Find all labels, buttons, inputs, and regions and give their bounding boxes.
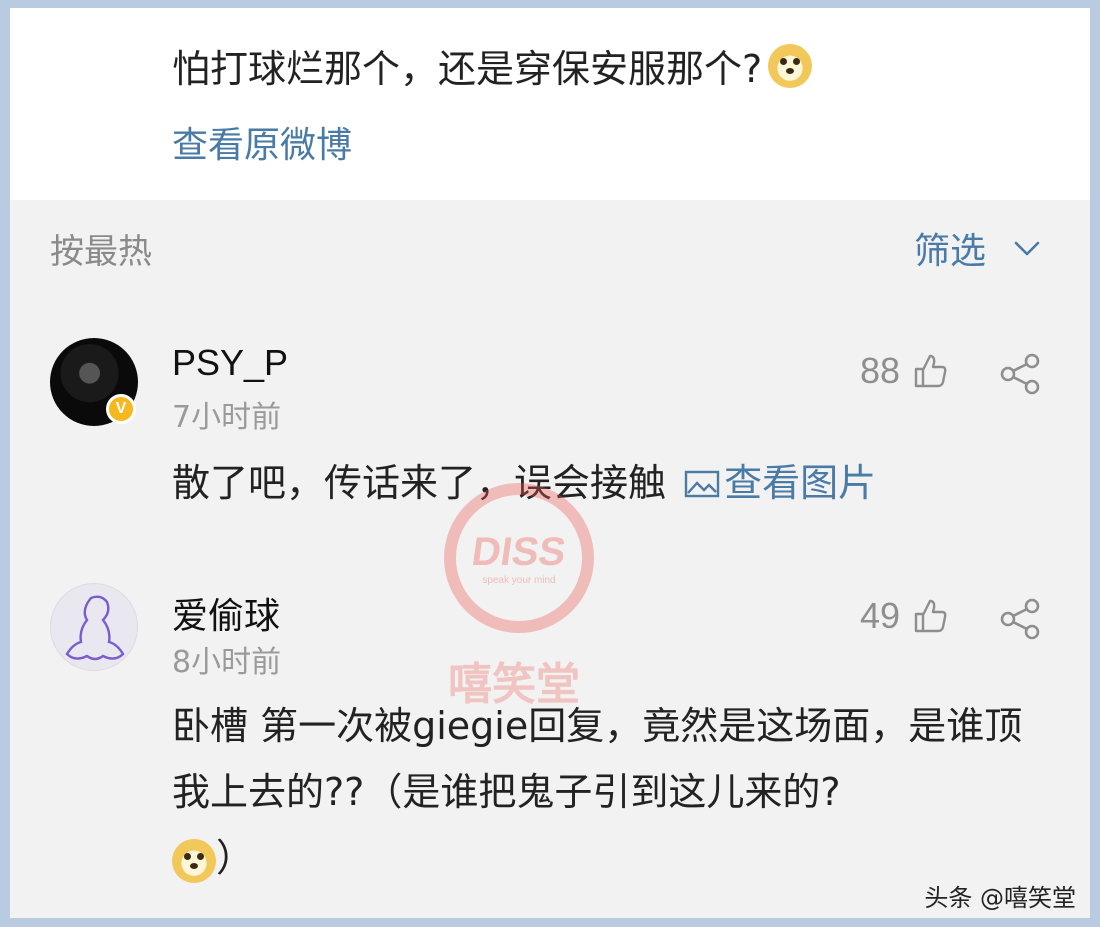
comment-text-tail: ） xyxy=(216,836,255,880)
comment-sort-bar: 按最热 筛选 xyxy=(10,200,1090,310)
comment-text-block: 卧槽 第一次被giegie回复，竟然是这场面，是谁顶我上去的??（是谁把鬼子引到… xyxy=(172,693,1052,891)
comment-text-line: 散了吧，传话来了，误会接触 查看图片 xyxy=(172,450,1052,516)
doge-emoji-icon xyxy=(768,43,813,88)
comment-time: 7小时前 xyxy=(172,400,282,435)
post-text: 怕打球烂那个，还是穿保安服那个? xyxy=(172,47,763,91)
share-icon[interactable] xyxy=(998,597,1042,641)
comment-username[interactable]: PSY_P xyxy=(172,342,288,384)
thumbs-up-icon xyxy=(914,354,947,388)
post-content: 怕打球烂那个，还是穿保安服那个? 查看原微博 xyxy=(10,8,1090,200)
source-watermark: 头条 @嘻笑堂 xyxy=(924,884,1076,912)
post-text-line: 怕打球烂那个，还是穿保安服那个? xyxy=(172,38,813,93)
comment-text: 散了吧，传话来了，误会接触 xyxy=(172,461,667,505)
weibo-comment-screen: 怕打球烂那个，还是穿保安服那个? 查看原微博 按最热 筛选 V PSY_P 7小… xyxy=(10,8,1090,918)
view-original-link[interactable]: 查看原微博 xyxy=(172,116,352,168)
like-button[interactable]: 88 xyxy=(860,350,950,392)
view-image-label: 查看图片 xyxy=(724,461,877,505)
like-count: 49 xyxy=(859,595,900,636)
like-count: 88 xyxy=(859,350,900,391)
doge-emoji-icon xyxy=(172,838,216,883)
sort-by-hot-label[interactable]: 按最热 xyxy=(50,224,152,273)
thumbs-up-icon xyxy=(914,599,947,633)
comment-username[interactable]: 爱偷球 xyxy=(172,587,280,639)
comment-text: 卧槽 第一次被giegie回复，竟然是这场面，是谁顶我上去的??（是谁把鬼子引到… xyxy=(172,704,1023,814)
avatar[interactable] xyxy=(50,583,138,671)
like-button[interactable]: 49 xyxy=(860,595,950,637)
verified-badge-icon: V xyxy=(106,394,136,424)
chevron-down-icon xyxy=(1014,241,1040,256)
comment-time: 8小时前 xyxy=(172,645,282,680)
share-icon[interactable] xyxy=(998,352,1042,396)
watermark-logo-text: DISS xyxy=(469,530,569,574)
filter-button[interactable]: 筛选 xyxy=(914,222,1042,274)
view-image-link[interactable]: 查看图片 xyxy=(678,461,876,505)
comment-item: 爱偷球 8小时前 49 卧槽 第一次被giegie回复，竟然是这场面，是谁顶我上… xyxy=(10,583,1090,893)
image-icon xyxy=(684,470,720,497)
filter-label: 筛选 xyxy=(913,231,986,272)
avatar-illustration-icon xyxy=(65,595,125,661)
comment-item: V PSY_P 7小时前 88 散了吧，传话来了，误会接触 查看图片 xyxy=(10,338,1090,518)
